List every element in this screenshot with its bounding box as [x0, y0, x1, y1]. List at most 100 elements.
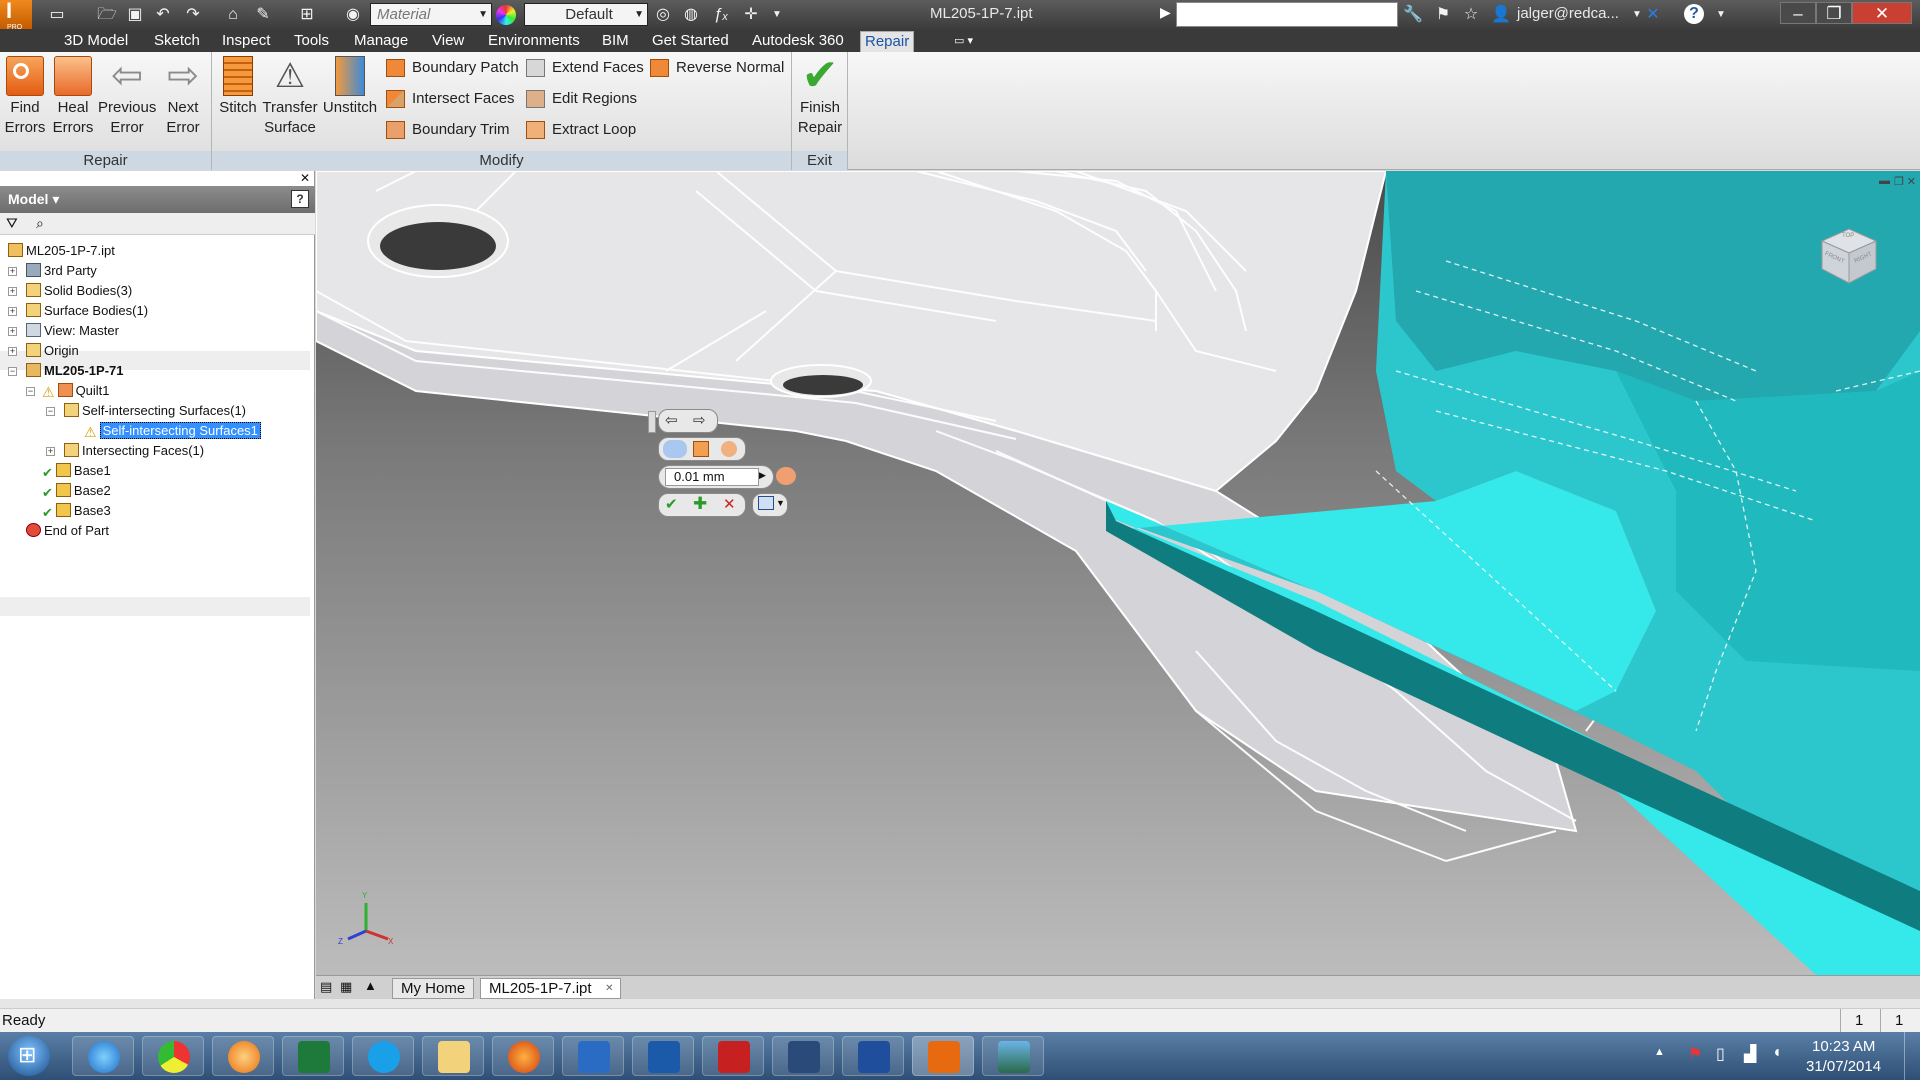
filter-icon[interactable]: ⛛	[6, 215, 18, 232]
taskbar-excel[interactable]	[282, 1036, 344, 1076]
tab-view[interactable]: View	[428, 31, 468, 52]
taskbar-skype[interactable]	[352, 1036, 414, 1076]
viewcube[interactable]: TOP FRONT RIGHT	[1818, 225, 1880, 287]
tray-flag-icon[interactable]: ⚑	[1688, 1044, 1702, 1064]
previous-error-button[interactable]: ⇦ Previous Error	[98, 56, 156, 138]
boundary-trim-button[interactable]: Boundary Trim	[384, 118, 510, 142]
plus-icon[interactable]: ✛	[740, 4, 762, 25]
viewport-minimize-icon[interactable]: ▬	[1879, 175, 1890, 187]
tolerance-dropdown-icon[interactable]: ▶	[759, 470, 766, 481]
cancel-icon[interactable]: ✕	[723, 495, 736, 513]
search-tool-icon[interactable]: 🔧	[1402, 4, 1424, 25]
tab-bim[interactable]: BIM	[598, 31, 633, 52]
adjust-icon[interactable]: ◎	[652, 4, 674, 25]
tab-3d-model[interactable]: 3D Model	[60, 31, 132, 52]
taskbar-firefox[interactable]	[492, 1036, 554, 1076]
taskbar-ie[interactable]	[72, 1036, 134, 1076]
expand-icon[interactable]: +	[8, 287, 17, 296]
find-icon[interactable]: ⌕	[36, 215, 44, 232]
mini-toolbar-options[interactable]: ▼	[752, 493, 788, 517]
arrow-left-icon[interactable]: ⇦	[665, 411, 678, 429]
unstitch-button[interactable]: Unstitch	[320, 56, 380, 118]
home-icon[interactable]: ⌂	[222, 4, 244, 25]
user-name[interactable]: jalger@redca...	[1517, 5, 1619, 22]
tab-get-started[interactable]: Get Started	[648, 31, 733, 52]
tab-tools[interactable]: Tools	[290, 31, 333, 52]
taskbar-explorer[interactable]	[422, 1036, 484, 1076]
expand-icon[interactable]: +	[8, 327, 17, 336]
tree-item-surface-bodies[interactable]: Surface Bodies(1)	[26, 301, 148, 321]
show-desktop-button[interactable]	[1904, 1032, 1920, 1080]
tree-item-root[interactable]: ML205-1P-7.ipt	[8, 241, 115, 261]
tree-item-view-master[interactable]: View: Master	[26, 321, 119, 341]
browser-header[interactable]: Model ▾ ?	[0, 186, 315, 213]
reverse-normal-button[interactable]: Reverse Normal	[648, 56, 784, 80]
taskbar-chrome[interactable]	[142, 1036, 204, 1076]
extract-loop-button[interactable]: Extract Loop	[524, 118, 636, 142]
next-error-button[interactable]: ⇨ Next Error	[158, 56, 208, 138]
fx-icon[interactable]: ƒₓ	[710, 4, 732, 25]
expand-icon[interactable]: +	[8, 267, 17, 276]
star-icon[interactable]: ☆	[1460, 4, 1482, 25]
taskbar-media[interactable]	[212, 1036, 274, 1076]
tree-item-base1[interactable]: ✔ Base1	[42, 461, 111, 481]
tile-icon[interactable]: ▤	[320, 979, 332, 995]
tree-item-self-intersecting-surfaces1[interactable]: ⚠ Self-intersecting Surfaces1	[84, 421, 261, 441]
open-icon[interactable]: 🗁	[96, 4, 118, 25]
tree-item-repair-body[interactable]: ML205-1P-71	[26, 361, 123, 381]
mini-toolbar-grip[interactable]	[648, 411, 656, 433]
expand-icon[interactable]: +	[8, 347, 17, 356]
tolerance-input[interactable]: 0.01 mm	[665, 468, 759, 486]
graphics-viewport[interactable]: ▬ ❐ ✕ TOP FRONT RIGHT ⇦ ⇨ 0.01 mm ▶ ✔ ✚ …	[316, 171, 1920, 975]
tree-item-3rd-party[interactable]: 3rd Party	[26, 261, 97, 281]
close-button[interactable]: ✕	[1852, 2, 1912, 24]
find-errors-button[interactable]: Find Errors	[2, 56, 48, 138]
finish-repair-button[interactable]: ✔ Finish Repair	[794, 54, 846, 138]
expand-icon[interactable]: +	[8, 307, 17, 316]
project-icon[interactable]: ✎	[252, 4, 274, 25]
collapse-icon[interactable]: −	[46, 407, 55, 416]
search-input[interactable]	[1176, 2, 1398, 27]
tab-environments[interactable]: Environments	[484, 31, 584, 52]
tree-item-base2[interactable]: ✔ Base2	[42, 481, 111, 501]
transfer-surface-button[interactable]: ⚠ Transfer Surface	[262, 56, 318, 138]
new-icon[interactable]: ▭	[46, 4, 68, 25]
remove-mode-icon[interactable]	[721, 441, 737, 457]
user-icon[interactable]: 👤	[1490, 4, 1512, 25]
tray-expand-icon[interactable]: ▲	[1654, 1046, 1665, 1058]
taskbar-photos[interactable]	[982, 1036, 1044, 1076]
tab-inspect[interactable]: Inspect	[218, 31, 274, 52]
select-mode-icon[interactable]	[663, 440, 687, 458]
tray-device-icon[interactable]: ▯	[1716, 1044, 1725, 1064]
cascade-icon[interactable]: ▦	[340, 979, 352, 995]
tree-item-end-of-part[interactable]: End of Part	[26, 521, 109, 541]
tree-item-solid-bodies[interactable]: Solid Bodies(3)	[26, 281, 132, 301]
extend-faces-button[interactable]: Extend Faces	[524, 56, 644, 80]
app-menu-button[interactable]: I PRO	[0, 0, 32, 31]
taskbar-autocad[interactable]	[702, 1036, 764, 1076]
taskbar-revit[interactable]	[772, 1036, 834, 1076]
collapse-icon[interactable]: −	[26, 387, 35, 396]
intersect-faces-button[interactable]: Intersect Faces	[384, 87, 515, 111]
restore-button[interactable]: ❐	[1816, 2, 1852, 24]
help-browser-icon[interactable]: ?	[291, 190, 309, 208]
ok-icon[interactable]: ✔	[665, 495, 678, 513]
tab-sketch[interactable]: Sketch	[150, 31, 204, 52]
chevron-right-icon[interactable]: ▶	[1160, 4, 1171, 21]
apply-icon[interactable]: ✚	[693, 494, 707, 514]
panel-toggle-icon[interactable]: ▭ ▾	[950, 31, 977, 52]
redo-icon[interactable]: ↷	[182, 4, 204, 25]
taskbar-word[interactable]	[842, 1036, 904, 1076]
viewport-restore-icon[interactable]: ❐	[1894, 175, 1904, 188]
minimize-button[interactable]: –	[1780, 2, 1816, 24]
tolerance-pick-icon[interactable]	[776, 467, 796, 485]
tree-item-quilt1[interactable]: ⚠ Quilt1	[42, 381, 110, 401]
update-icon[interactable]: ◉	[342, 4, 364, 25]
undo-icon[interactable]: ↶	[152, 4, 174, 25]
tray-volume-icon[interactable]: ◖	[1772, 1044, 1782, 1062]
clear-icon[interactable]: ◍	[680, 4, 702, 25]
material-dropdown[interactable]: Material ▼	[370, 3, 492, 26]
tray-network-icon[interactable]: ▟	[1744, 1044, 1756, 1064]
exchange-icon[interactable]: ✕	[1642, 4, 1664, 25]
tab-manage[interactable]: Manage	[350, 31, 412, 52]
